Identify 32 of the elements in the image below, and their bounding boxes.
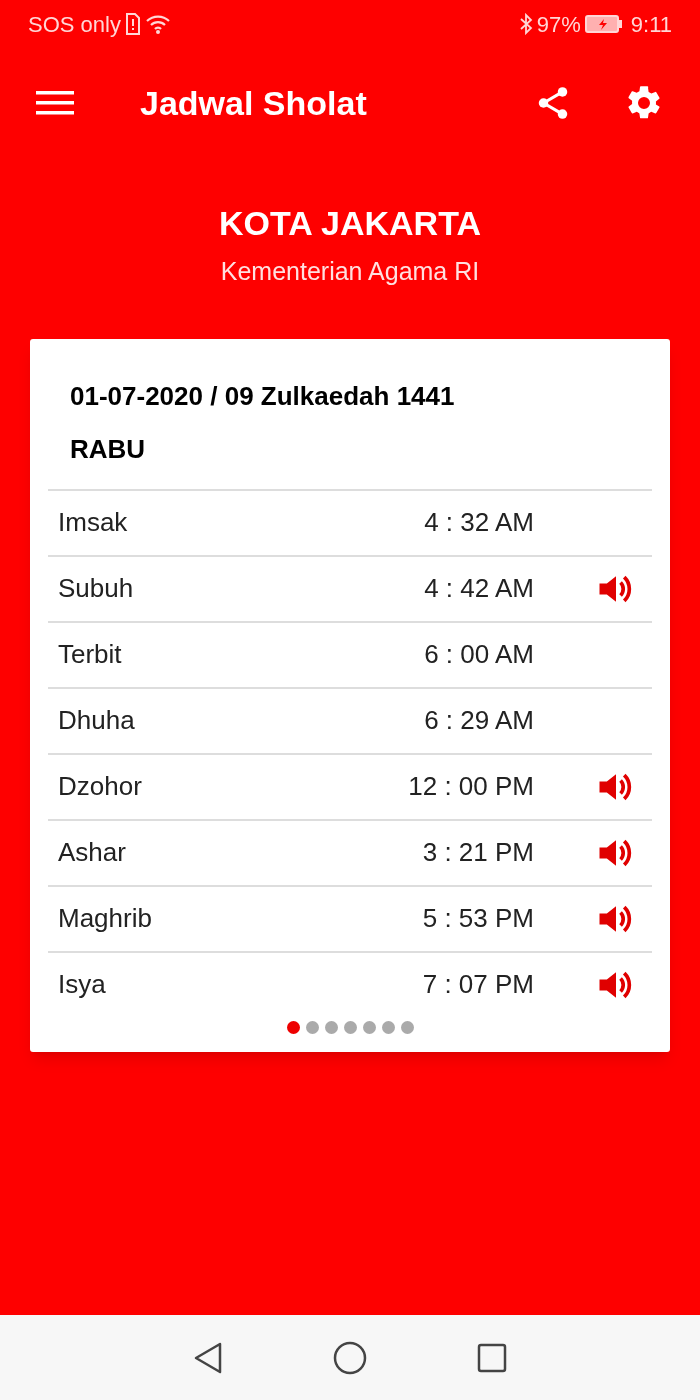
prayer-name: Imsak (58, 506, 129, 539)
prayer-time: 4 : 32 AM (423, 506, 534, 539)
prayer-time: 5 : 53 PM (421, 902, 534, 935)
battery-icon (584, 14, 623, 34)
prayer-time: 4 : 42 AM (423, 572, 534, 605)
prayer-time: 3 : 21 PM (421, 836, 534, 869)
menu-icon[interactable] (36, 89, 74, 117)
prayer-name: Dhuha (58, 704, 136, 737)
recents-icon[interactable] (477, 1342, 507, 1373)
prayer-time: 12 : 00 PM (407, 770, 534, 803)
prayer-time: 7 : 07 PM (421, 968, 534, 1001)
wifi-icon (144, 13, 171, 35)
prayer-name: Terbit (58, 638, 123, 671)
prayer-name: Ashar (58, 836, 127, 869)
date-text: 01-07-2020 / 09 Zulkaedah 1441 (70, 379, 456, 413)
sim-alert-icon (124, 13, 141, 35)
prayer-name: Subuh (58, 572, 135, 605)
carrier-text: SOS only (28, 10, 121, 39)
prayer-time: 6 : 00 AM (423, 638, 534, 671)
home-icon[interactable] (333, 1340, 367, 1375)
source-text: Kementerian Agama RI (220, 256, 480, 287)
battery-percent: 97% (536, 10, 581, 39)
prayer-time: 6 : 29 AM (423, 704, 534, 737)
prayer-name: Maghrib (58, 902, 153, 935)
prayer-name: Isya (58, 968, 107, 1001)
prayer-name: Dzohor (58, 770, 143, 803)
app-title: Jadwal Sholat (140, 82, 368, 124)
bluetooth-icon (518, 13, 533, 35)
clock-text: 9:11 (630, 10, 672, 39)
city-name: KOTA JAKARTA (219, 203, 481, 244)
day-text: RABU (70, 432, 147, 466)
back-icon[interactable] (193, 1340, 223, 1375)
